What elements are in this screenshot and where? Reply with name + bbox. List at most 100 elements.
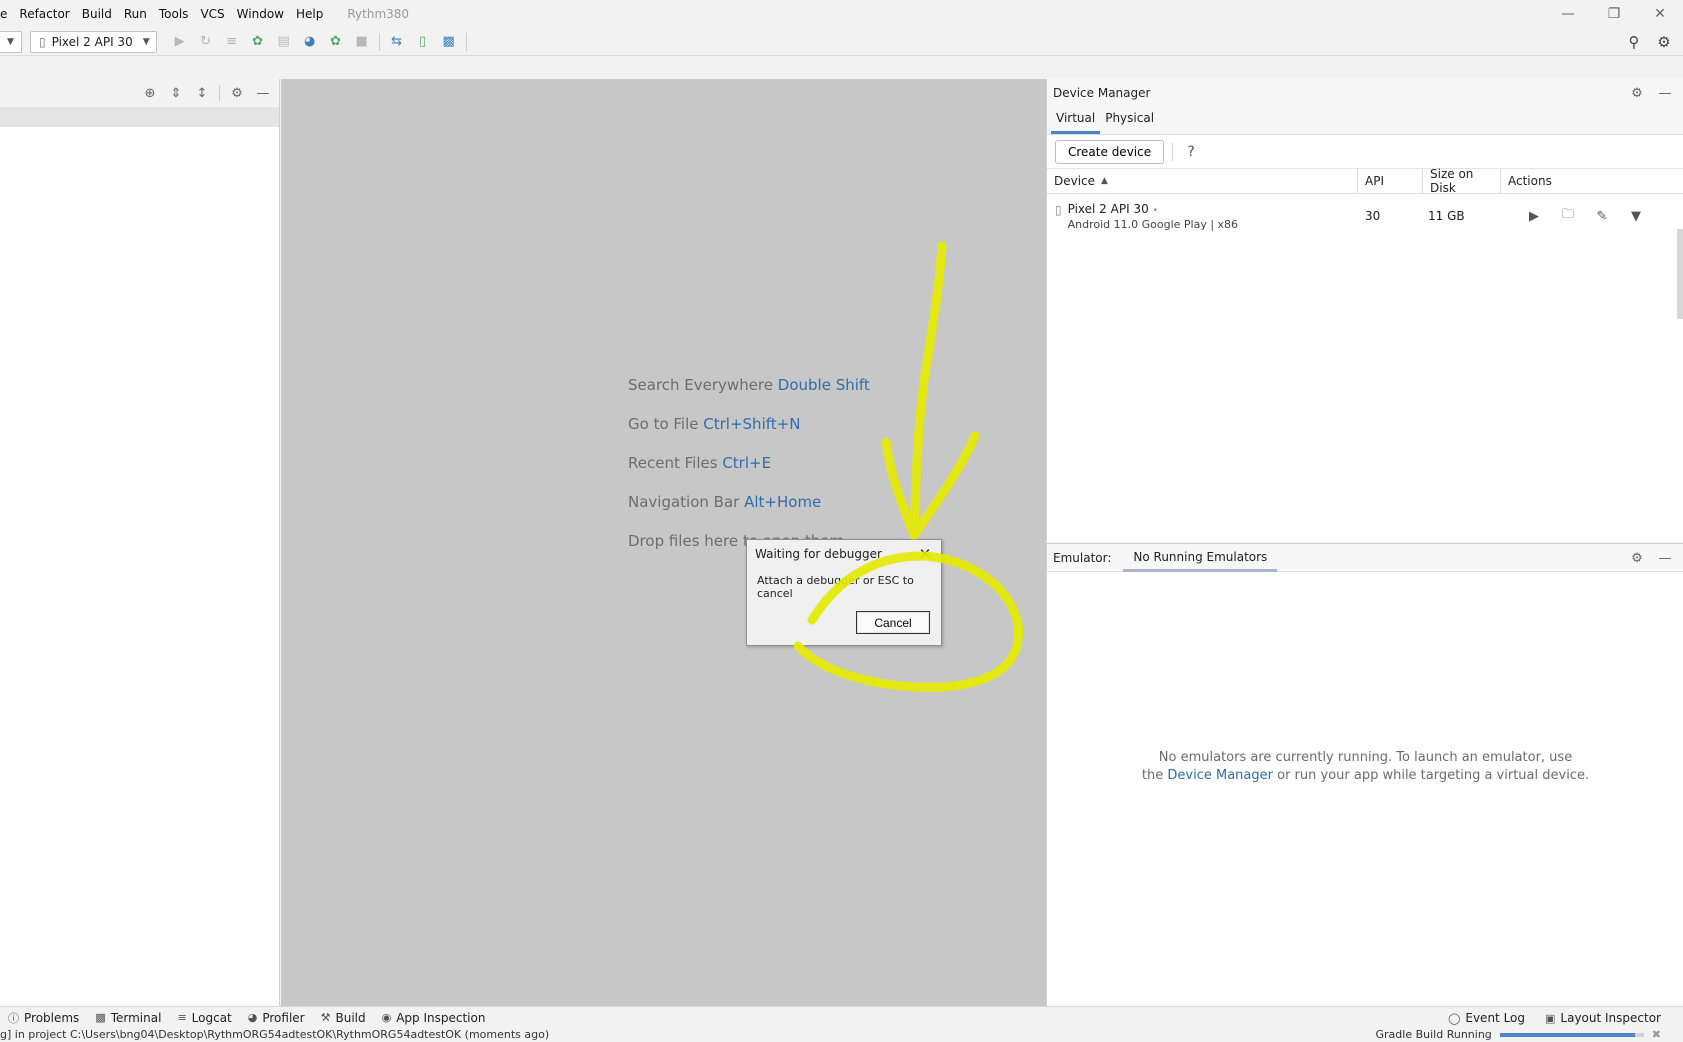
hint-navigation-bar: Navigation Bar Alt+Home <box>628 493 822 511</box>
sdk-manager-icon[interactable]: ▩ <box>436 31 462 53</box>
launch-icon[interactable]: ▶ <box>1522 204 1546 228</box>
menu-help[interactable]: Help <box>290 0 329 28</box>
tool-event-log[interactable]: ◯ Event Log <box>1440 1011 1533 1025</box>
device-manager-tabs: Virtual Physical <box>1047 107 1683 135</box>
hint-go-to-file: Go to File Ctrl+Shift+N <box>628 415 801 433</box>
tool-layout-inspector[interactable]: ▣ Layout Inspector <box>1537 1011 1669 1025</box>
run-icon[interactable]: ▶ <box>167 31 193 53</box>
search-icon[interactable]: ⚲ <box>1621 31 1647 53</box>
cancel-button[interactable]: Cancel <box>856 611 930 634</box>
inspection-icon: ◉ <box>381 1011 392 1024</box>
column-device[interactable]: Device ▲ <box>1047 168 1358 194</box>
tool-app-inspection[interactable]: ◉ App Inspection <box>374 1011 494 1025</box>
menu-tools[interactable]: Tools <box>153 0 195 28</box>
dialog-title-bar: Waiting for debugger ✕ <box>747 540 941 568</box>
status-message[interactable]: g] in project C:\Users\bng04\Desktop\Ryt… <box>0 1028 549 1042</box>
menu-window[interactable]: Window <box>231 0 290 28</box>
expand-all-icon[interactable]: ⇕ <box>164 81 188 105</box>
menu-run[interactable]: Run <box>118 0 153 28</box>
hide-icon[interactable]: — <box>1653 81 1677 105</box>
run-config-dropdown[interactable]: ▼ <box>0 30 22 53</box>
status-bar: g] in project C:\Users\bng04\Desktop\Ryt… <box>0 1028 1683 1042</box>
task-progress-fill <box>1499 1033 1636 1037</box>
locate-icon[interactable]: ⊕ <box>138 81 162 105</box>
main-toolbar: ▼ ▯ Pixel 2 API 30 ▼ ▶ ↻ ≡ ✿ ▤ ◕ ✿ ■ ⇆ ▯… <box>0 28 1683 56</box>
restore-icon[interactable]: ❐ <box>1591 0 1637 28</box>
hint-recent-files: Recent Files Ctrl+E <box>628 454 772 472</box>
selected-tree-row[interactable] <box>0 107 279 127</box>
column-api[interactable]: API <box>1358 168 1423 194</box>
tab-no-running-emulators[interactable]: No Running Emulators <box>1123 544 1278 572</box>
hide-icon[interactable]: — <box>1653 546 1677 570</box>
scrollbar[interactable] <box>1677 229 1683 319</box>
cancel-task-icon[interactable]: ✖ <box>1652 1028 1661 1042</box>
gear-icon[interactable]: ⚙ <box>1625 546 1649 570</box>
emulator-header-icons: ⚙ — <box>1625 546 1677 570</box>
device-manager-icon[interactable]: ▯ <box>410 31 436 53</box>
edit-icon[interactable]: ✎ <box>1590 204 1614 228</box>
device-name: Pixel 2 API 30 <box>1067 201 1149 216</box>
tool-window-bar: ⓘ Problems ▩ Terminal ≡ Logcat ◕ Profiler ⚒ B… <box>0 1006 1683 1028</box>
column-actions[interactable]: Actions <box>1501 169 1651 194</box>
menu-view-partial[interactable]: e <box>0 0 13 28</box>
phone-icon: ▯ <box>39 34 46 49</box>
attach-debugger-icon[interactable]: ✿ <box>323 31 349 53</box>
emulator-panel: Emulator: No Running Emulators ⚙ — No em… <box>1046 543 1683 1006</box>
tab-virtual[interactable]: Virtual <box>1051 111 1101 134</box>
chevron-down-icon[interactable]: ▼ <box>1624 204 1648 228</box>
device-table-header: Device ▲ API Size on Disk Actions <box>1047 167 1683 195</box>
tool-problems[interactable]: ⓘ Problems <box>0 1010 87 1026</box>
emulator-label: Emulator: <box>1053 550 1112 565</box>
device-selector[interactable]: ▯ Pixel 2 API 30 ▼ <box>30 30 157 53</box>
gear-icon[interactable]: ⚙ <box>1651 31 1677 53</box>
gear-icon[interactable]: ⚙ <box>225 81 249 105</box>
minimize-icon[interactable]: — <box>1545 0 1591 28</box>
background-task[interactable]: Gradle Build Running ✖ <box>1376 1028 1662 1042</box>
table-row[interactable]: ▯ Pixel 2 API 30 • Android 11.0 Google Pl… <box>1047 194 1683 238</box>
help-icon[interactable]: ? <box>1181 144 1201 160</box>
emulator-empty-message: No emulators are currently running. To l… <box>1141 750 1590 783</box>
device-manager-panel: Device Manager ⚙ — Virtual Physical Crea… <box>1046 79 1683 542</box>
chevron-down-icon: ▼ <box>7 36 14 47</box>
debug-icon[interactable]: ✿ <box>245 31 271 53</box>
tab-physical[interactable]: Physical <box>1100 111 1159 134</box>
collapse-all-icon[interactable]: ↕ <box>190 81 214 105</box>
toolbar-separator <box>1172 142 1174 161</box>
toolbar-separator <box>378 32 380 51</box>
tool-profiler[interactable]: ◕ Profiler <box>240 1011 313 1025</box>
device-manager-toolbar: Create device ? <box>1047 135 1683 169</box>
run-coverage-icon[interactable]: ▤ <box>271 31 297 53</box>
tool-logcat[interactable]: ≡ Logcat <box>169 1011 239 1025</box>
device-size: 11 GB <box>1428 209 1465 223</box>
rerun-icon[interactable]: ↻ <box>193 31 219 53</box>
close-window-icon[interactable]: ✕ <box>1637 0 1683 28</box>
sort-ascending-icon: ▲ <box>1101 176 1108 186</box>
project-title: Rythm380 <box>347 7 410 21</box>
window-controls: — ❐ ✕ <box>1545 0 1683 28</box>
emulator-header: Emulator: No Running Emulators ⚙ — <box>1047 544 1683 572</box>
device-manager-link[interactable]: Device Manager <box>1167 768 1273 783</box>
device-api: 30 <box>1365 209 1381 223</box>
folder-icon[interactable]: 🗀 <box>1556 204 1580 228</box>
stop-icon[interactable]: ■ <box>349 31 375 53</box>
create-device-button[interactable]: Create device <box>1055 139 1165 164</box>
hide-icon[interactable]: — <box>251 81 275 105</box>
waiting-for-debugger-dialog: Waiting for debugger ✕ Attach a debugger… <box>746 539 942 646</box>
dialog-message: Attach a debugger or ESC to cancel <box>757 574 914 600</box>
close-icon[interactable]: ✕ <box>915 544 935 564</box>
menu-refactor[interactable]: Refactor <box>13 0 75 28</box>
device-manager-header: Device Manager ⚙ — <box>1047 79 1683 107</box>
profile-icon[interactable]: ◕ <box>297 31 323 53</box>
apply-changes-icon[interactable]: ≡ <box>219 31 245 53</box>
hint-search-everywhere: Search Everywhere Double Shift <box>628 376 870 394</box>
tool-build[interactable]: ⚒ Build <box>313 1011 374 1025</box>
menu-vcs[interactable]: VCS <box>194 0 230 28</box>
phone-icon: ▯ <box>1055 202 1062 217</box>
task-progress-bar <box>1499 1033 1644 1037</box>
tool-terminal[interactable]: ▩ Terminal <box>87 1011 169 1025</box>
menu-build[interactable]: Build <box>76 0 118 28</box>
sync-gradle-icon[interactable]: ⇆ <box>384 31 410 53</box>
running-indicator: • <box>1152 205 1159 216</box>
column-size[interactable]: Size on Disk <box>1423 167 1501 195</box>
gear-icon[interactable]: ⚙ <box>1625 81 1649 105</box>
